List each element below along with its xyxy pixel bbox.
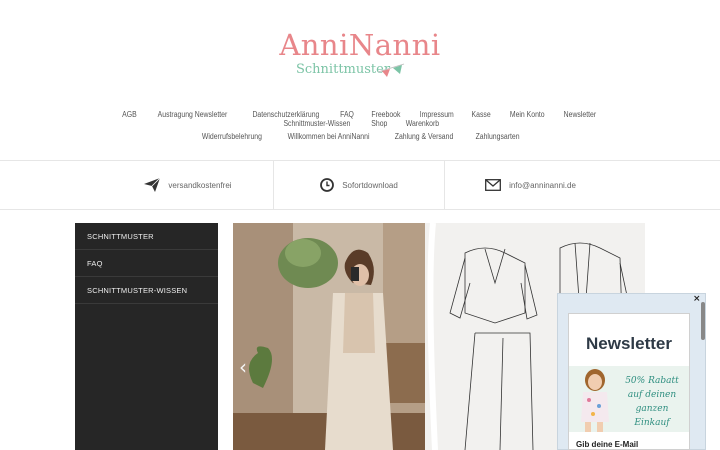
- nav-link-faq[interactable]: FAQ: [340, 110, 354, 119]
- usp-shipping: versandkostenfrei: [103, 161, 274, 209]
- hero-photo: ‹: [233, 223, 433, 450]
- nav-link-kasse[interactable]: Kasse: [472, 110, 491, 119]
- usp-email-link[interactable]: info@anninanni.de: [509, 181, 576, 190]
- nav-link-freebook[interactable]: Freebook: [371, 110, 400, 119]
- usp-download-text: Sofortdownload: [342, 180, 398, 190]
- usp-shipping-text: versandkostenfrei: [168, 180, 232, 190]
- nav-link-schnittmuster-wissen[interactable]: Schnittmuster-Wissen: [284, 119, 351, 128]
- nav-link-impressum[interactable]: Impressum: [419, 110, 453, 119]
- girl-photo-illustration: [581, 369, 609, 432]
- popup-discount-banner: 50% Rabatt auf deinen ganzen Einkauf: [569, 366, 689, 432]
- hero-photo-illustration: [233, 223, 433, 450]
- nav-link-widerruf[interactable]: Widerrufsbelehrung: [202, 132, 262, 141]
- clock-icon: [320, 178, 335, 192]
- nav-link-willkommen[interactable]: Willkommen bei AnniNanni: [287, 132, 369, 141]
- sidebar-item-schnittmuster-wissen[interactable]: SCHNITTMUSTER-WISSEN: [75, 277, 218, 304]
- sidebar-item-schnittmuster[interactable]: SCHNITTMUSTER: [75, 223, 218, 250]
- site-logo[interactable]: AnniNanni: [0, 28, 720, 62]
- slider-prev-button[interactable]: ‹: [239, 355, 247, 379]
- envelope-icon: [485, 179, 502, 191]
- newsletter-popup-content: Newsletter 50% Rabatt auf deinen ganzen …: [568, 313, 690, 450]
- paper-plane-icon: [144, 178, 161, 192]
- main-nav-row2: Widerrufsbelehrung Willkommen bei AnniNan…: [80, 132, 640, 141]
- popup-scrollbar[interactable]: [700, 296, 706, 446]
- bunting-flags-icon: [377, 63, 405, 77]
- nav-link-warenkorb[interactable]: Warenkorb: [406, 119, 439, 128]
- popup-discount-text: 50% Rabatt auf deinen ganzen Einkauf: [625, 376, 679, 428]
- usp-email: info@anninanni.de: [445, 161, 616, 209]
- usp-download: Sofortdownload: [274, 161, 445, 209]
- nav-link-agb[interactable]: AGB: [122, 110, 137, 119]
- nav-link-datenschutz[interactable]: Datenschutzerklärung: [253, 110, 320, 119]
- popup-scrollbar-thumb[interactable]: [701, 302, 705, 340]
- sidebar-item-faq[interactable]: FAQ: [75, 250, 218, 277]
- nav-link-newsletter[interactable]: Newsletter: [564, 110, 597, 119]
- logo-name: AnniNanni: [279, 28, 441, 62]
- nav-link-shop[interactable]: Shop: [371, 119, 387, 128]
- popup-title: Newsletter: [586, 334, 672, 353]
- nav-link-mein-konto[interactable]: Mein Konto: [509, 110, 544, 119]
- category-sidebar: SCHNITTMUSTER FAQ SCHNITTMUSTER-WISSEN: [75, 223, 218, 450]
- nav-link-zahlung-versand[interactable]: Zahlung & Versand: [395, 132, 454, 141]
- nav-link-zahlungsarten[interactable]: Zahlungsarten: [476, 132, 520, 141]
- usp-bar: versandkostenfrei Sofortdownload info@an…: [0, 160, 720, 210]
- popup-email-label: Gib deine E-Mail: [576, 440, 639, 449]
- nav-link-austragung-newsletter[interactable]: Austragung Newsletter: [158, 110, 228, 119]
- main-nav-row1: AGB Austragung Newsletter Datenschutzerklä…: [80, 110, 640, 128]
